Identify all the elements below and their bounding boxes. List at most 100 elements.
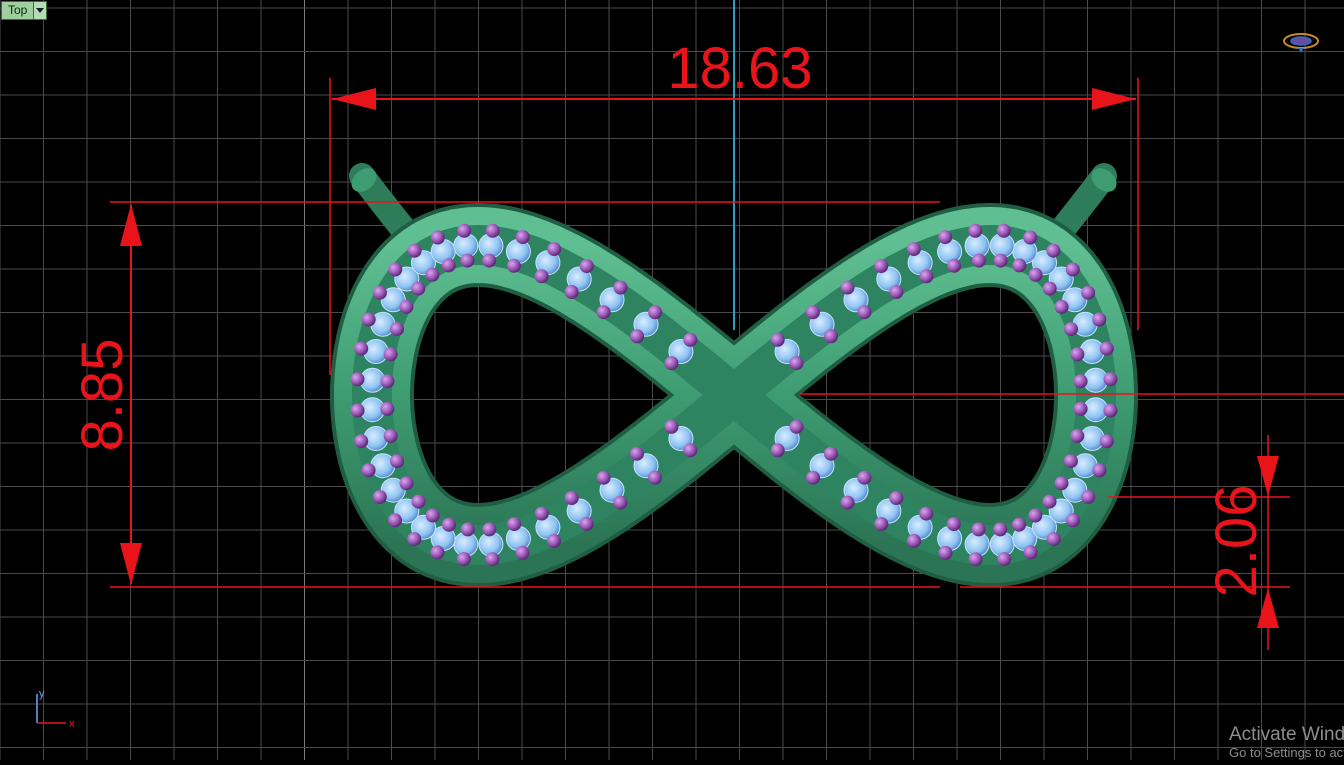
chevron-down-icon[interactable] — [33, 2, 47, 19]
pave-stone — [505, 526, 531, 551]
prong — [1066, 513, 1080, 528]
viewport-canvas[interactable]: 18.63 8.85 2.06 y x — [0, 0, 1344, 760]
prong — [380, 401, 395, 416]
prong — [1042, 494, 1057, 509]
prong — [1054, 299, 1069, 314]
prong — [1046, 532, 1061, 547]
prong — [534, 506, 549, 521]
cad-viewport-top[interactable]: 18.63 8.85 2.06 y x Top Activate Wind Go… — [0, 0, 1344, 760]
prong — [993, 253, 1008, 268]
thickness-dimension-value: 2.06 — [1204, 485, 1269, 598]
thickness-dimension[interactable]: 2.06 — [1204, 456, 1279, 628]
viewcube-ring-icon[interactable] — [1283, 33, 1319, 53]
prong — [388, 513, 402, 528]
prong — [361, 463, 376, 478]
viewport-label-menu[interactable]: Top — [1, 1, 48, 20]
prong — [946, 517, 961, 532]
prong — [460, 253, 475, 268]
prong — [1073, 374, 1088, 389]
prong — [507, 517, 522, 532]
prong — [350, 372, 365, 387]
prong — [579, 517, 594, 531]
prong — [430, 545, 445, 560]
prong — [906, 242, 921, 257]
prong — [938, 545, 953, 560]
prong — [919, 269, 934, 284]
height-dimension[interactable]: 8.85 — [70, 204, 142, 585]
prong — [1012, 258, 1027, 273]
prong — [1063, 454, 1078, 469]
prong — [407, 532, 422, 547]
axis-label-x: x — [69, 718, 75, 730]
prong — [411, 281, 426, 296]
prong — [1070, 347, 1085, 362]
prong — [506, 258, 521, 273]
prong — [390, 322, 404, 337]
prong — [630, 329, 644, 344]
prong — [1064, 322, 1078, 337]
prong — [411, 494, 426, 509]
prong — [1099, 341, 1114, 356]
prong — [354, 341, 369, 356]
prong — [547, 242, 562, 257]
prong — [770, 332, 785, 347]
prong — [968, 552, 983, 567]
prong — [515, 230, 530, 245]
prong — [996, 223, 1011, 238]
prong — [840, 280, 855, 295]
prong — [482, 253, 497, 268]
pave-stone — [937, 526, 963, 551]
prong — [515, 545, 530, 560]
prong — [1081, 490, 1096, 504]
prong — [596, 305, 611, 320]
prong — [425, 267, 440, 282]
prong — [919, 506, 934, 521]
prong — [564, 285, 579, 299]
pave-stone — [937, 239, 963, 264]
prong — [1028, 267, 1043, 282]
prong — [399, 476, 414, 491]
prong — [485, 552, 500, 567]
width-dimension[interactable]: 18.63 — [332, 36, 1136, 110]
prong — [460, 522, 475, 537]
prong — [1023, 545, 1038, 560]
prong — [770, 443, 785, 458]
prong — [968, 223, 983, 238]
viewport-name[interactable]: Top — [2, 2, 33, 19]
prong — [457, 223, 472, 238]
prong — [564, 491, 579, 505]
prong — [534, 269, 549, 284]
prong — [482, 522, 497, 537]
prong — [1054, 476, 1069, 491]
axis-label-y: y — [39, 688, 45, 700]
prong — [1070, 428, 1085, 443]
prong — [1073, 401, 1088, 416]
prong — [1046, 243, 1061, 258]
prong — [613, 280, 628, 295]
prong — [485, 223, 500, 238]
prong — [579, 259, 594, 274]
prong — [390, 454, 405, 469]
axis-triad-icon: y x — [36, 688, 75, 730]
prong — [372, 490, 387, 504]
prong — [938, 230, 953, 245]
prong — [683, 443, 698, 458]
width-dimension-value: 18.63 — [667, 36, 812, 101]
prong — [613, 495, 628, 510]
prong — [399, 299, 414, 314]
prong — [361, 312, 376, 327]
prong — [997, 552, 1012, 567]
pave-stone — [505, 239, 531, 264]
prong — [380, 374, 395, 389]
prong — [789, 419, 804, 434]
prong — [683, 332, 698, 347]
prong — [1081, 285, 1096, 300]
prong — [456, 552, 471, 567]
prong — [857, 305, 872, 320]
prong — [441, 258, 456, 273]
prong — [874, 517, 889, 531]
prong — [907, 534, 921, 548]
prong — [664, 356, 679, 371]
prong — [350, 403, 365, 418]
prong — [1023, 230, 1038, 245]
